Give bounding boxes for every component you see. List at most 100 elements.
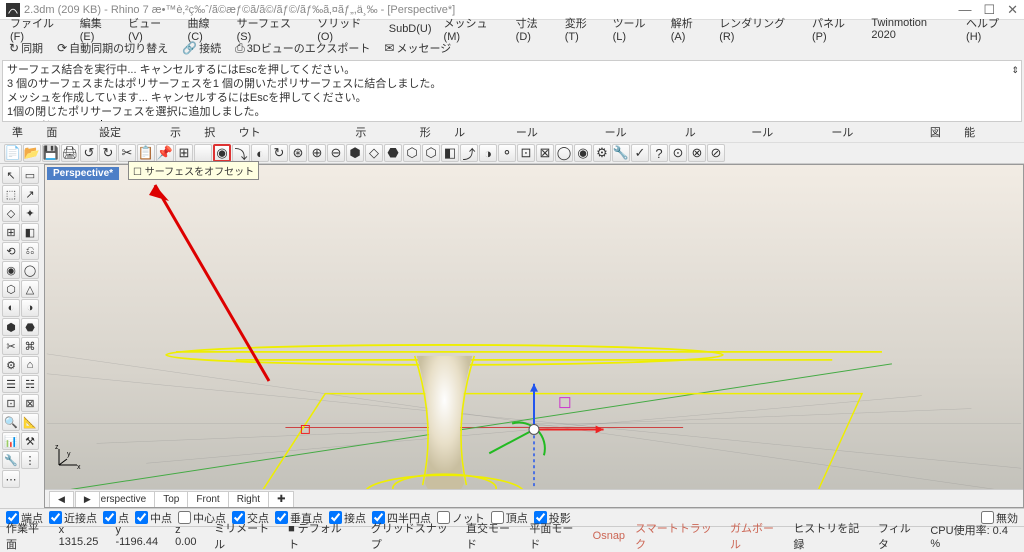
- toolbar-icon-37[interactable]: ⊘: [707, 144, 725, 162]
- menu-パネル(P)[interactable]: パネル(P): [806, 13, 865, 45]
- left-tool-20[interactable]: ⚙: [2, 356, 20, 374]
- toolbar-icon-5[interactable]: ↻: [99, 144, 117, 162]
- toolbar-icon-7[interactable]: 📋: [137, 144, 155, 162]
- menu-Twinmotion 2020[interactable]: Twinmotion 2020: [865, 15, 960, 43]
- command-line[interactable]: コマンド: OffsetSrf: [7, 119, 1017, 122]
- toolbar-icon-24[interactable]: ⤴: [460, 144, 478, 162]
- toolbar-icon-26[interactable]: ⚬: [498, 144, 516, 162]
- view-tab-top[interactable]: Top: [154, 491, 188, 507]
- left-tool-21[interactable]: ⌂: [21, 356, 39, 374]
- command-scroll[interactable]: ⇕: [1011, 63, 1019, 77]
- auto-sync-button[interactable]: ⟳自動同期の切り替え: [52, 37, 173, 59]
- left-tool-18[interactable]: ✂: [2, 337, 20, 355]
- toolbar-icon-33[interactable]: ✓: [631, 144, 649, 162]
- left-tool-11[interactable]: ◯: [21, 261, 39, 279]
- menu-寸法(D)[interactable]: 寸法(D): [510, 13, 559, 45]
- left-tool-28[interactable]: 📊: [2, 432, 20, 450]
- left-tool-16[interactable]: ⬢: [2, 318, 20, 336]
- menu-ツール(L)[interactable]: ツール(L): [607, 13, 665, 45]
- left-tool-26[interactable]: 🔍: [2, 413, 20, 431]
- left-tool-23[interactable]: ☵: [21, 375, 39, 393]
- toolbar-icon-23[interactable]: ◧: [441, 144, 459, 162]
- left-tool-24[interactable]: ⊡: [2, 394, 20, 412]
- left-tool-9[interactable]: ⎌: [21, 242, 39, 260]
- snap-近接点[interactable]: [49, 511, 62, 524]
- toolbar-icon-34[interactable]: ?: [650, 144, 668, 162]
- export-3d-button[interactable]: ⎙3Dビューのエクスポート: [230, 37, 375, 59]
- toolbar-icon-0[interactable]: 📄: [4, 144, 22, 162]
- menu-レンダリング(R)[interactable]: レンダリング(R): [713, 13, 806, 45]
- menu-変形(T)[interactable]: 変形(T): [559, 13, 607, 45]
- left-tool-3[interactable]: ↗: [21, 185, 39, 203]
- left-tool-0[interactable]: ↖: [2, 166, 20, 184]
- status-osnap[interactable]: Osnap: [593, 530, 625, 542]
- toolbar-icon-18[interactable]: ⬢: [346, 144, 364, 162]
- status-filter[interactable]: フィルタ: [878, 520, 920, 552]
- viewport-label[interactable]: Perspective*: [47, 167, 119, 180]
- status-gumball[interactable]: ガムボール: [730, 520, 783, 552]
- left-tool-15[interactable]: ◑: [21, 299, 39, 317]
- left-tool-1[interactable]: ▭: [21, 166, 39, 184]
- toolbar-icon-20[interactable]: ⬣: [384, 144, 402, 162]
- left-tool-27[interactable]: 📐: [21, 413, 39, 431]
- menu-ヘルプ(H)[interactable]: ヘルプ(H): [960, 13, 1020, 45]
- status-layer[interactable]: ■ デフォルト: [288, 520, 351, 552]
- tab-scroll-left[interactable]: ◀: [49, 491, 74, 507]
- toolbar-icon-29[interactable]: ◯: [555, 144, 573, 162]
- toolbar-icon-32[interactable]: 🔧: [612, 144, 630, 162]
- toolbar-icon-9[interactable]: ⊞: [175, 144, 193, 162]
- toolbar-icon-16[interactable]: ⊕: [308, 144, 326, 162]
- toolbar-icon-11[interactable]: ◉: [213, 144, 231, 162]
- left-tool-17[interactable]: ⬣: [21, 318, 39, 336]
- menu-SubD(U)[interactable]: SubD(U): [383, 21, 438, 37]
- left-tool-13[interactable]: △: [21, 280, 39, 298]
- status-gridsnap[interactable]: グリッドスナップ: [371, 520, 456, 552]
- status-smarttrack[interactable]: スマートトラック: [635, 520, 720, 552]
- left-tool-14[interactable]: ◐: [2, 299, 20, 317]
- toolbar-icon-19[interactable]: ◇: [365, 144, 383, 162]
- status-planar[interactable]: 平面モード: [529, 520, 582, 552]
- viewport-perspective[interactable]: Perspective*: [44, 164, 1024, 508]
- status-unit[interactable]: ミリメートル: [214, 520, 278, 552]
- toolbar-icon-4[interactable]: ↺: [80, 144, 98, 162]
- command-area[interactable]: サーフェス結合を実行中... キャンセルするにはEscを押してください。3 個の…: [2, 60, 1022, 122]
- toolbar-icon-6[interactable]: ✂: [118, 144, 136, 162]
- left-tool-30[interactable]: 🔧: [2, 451, 20, 469]
- status-ortho[interactable]: 直交モード: [466, 520, 519, 552]
- left-tool-7[interactable]: ◧: [21, 223, 39, 241]
- snap-中心点[interactable]: [178, 511, 191, 524]
- toolbar-icon-17[interactable]: ⊖: [327, 144, 345, 162]
- toolbar-icon-12[interactable]: ⤵: [232, 144, 250, 162]
- left-tool-5[interactable]: ✦: [21, 204, 39, 222]
- view-tab-right[interactable]: Right: [228, 491, 269, 507]
- toolbar-icon-30[interactable]: ◉: [574, 144, 592, 162]
- left-tool-19[interactable]: ⌘: [21, 337, 39, 355]
- message-button[interactable]: ✉メッセージ: [379, 37, 456, 59]
- status-history[interactable]: ヒストリを記録: [793, 520, 868, 552]
- left-tool-22[interactable]: ☰: [2, 375, 20, 393]
- toolbar-icon-36[interactable]: ⊗: [688, 144, 706, 162]
- toolbar-icon-3[interactable]: 🖨: [61, 144, 79, 162]
- toolbar-icon-21[interactable]: ⬡: [403, 144, 421, 162]
- left-tool-6[interactable]: ⊞: [2, 223, 20, 241]
- toolbar-icon-13[interactable]: ◐: [251, 144, 269, 162]
- sync-button[interactable]: ↻同期: [4, 37, 48, 59]
- left-tool-25[interactable]: ⊠: [21, 394, 39, 412]
- left-tool-2[interactable]: ⬚: [2, 185, 20, 203]
- connect-button[interactable]: 🔗接続: [177, 37, 226, 59]
- toolbar-icon-31[interactable]: ⚙: [593, 144, 611, 162]
- left-tool-8[interactable]: ⟲: [2, 242, 20, 260]
- view-tab-add[interactable]: ✚: [268, 491, 294, 507]
- snap-中点[interactable]: [135, 511, 148, 524]
- menu-解析(A)[interactable]: 解析(A): [665, 13, 713, 45]
- toolbar-icon-14[interactable]: ↻: [270, 144, 288, 162]
- view-tab-front[interactable]: Front: [187, 491, 228, 507]
- left-tool-4[interactable]: ◇: [2, 204, 20, 222]
- toolbar-icon-27[interactable]: ⊡: [517, 144, 535, 162]
- toolbar-icon-8[interactable]: 📌: [156, 144, 174, 162]
- toolbar-icon-2[interactable]: 💾: [42, 144, 60, 162]
- left-tool-31[interactable]: ⋮: [21, 451, 39, 469]
- toolbar-icon-1[interactable]: 📂: [23, 144, 41, 162]
- left-tool-12[interactable]: ⬡: [2, 280, 20, 298]
- toolbar-icon-35[interactable]: ⊙: [669, 144, 687, 162]
